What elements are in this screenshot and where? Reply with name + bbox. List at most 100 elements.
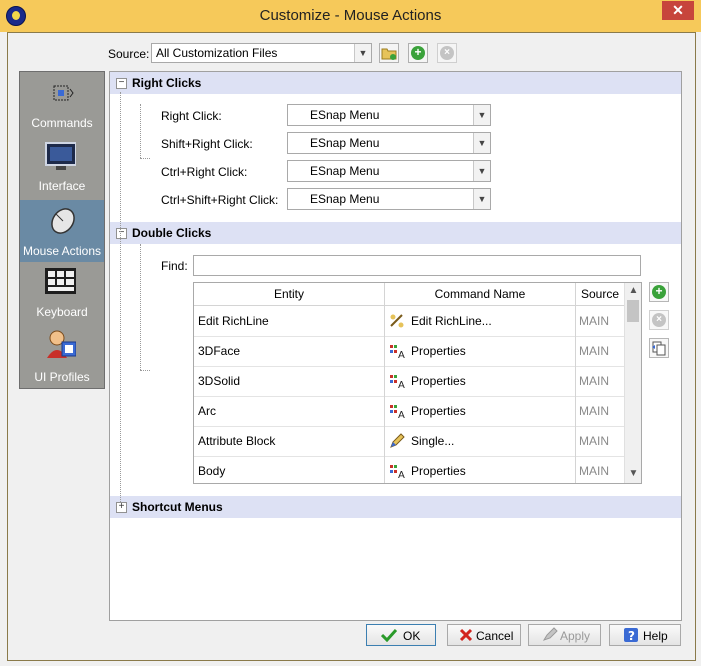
source-value: All Customization Files [156, 46, 278, 60]
ctrl-shift-right-click-dropdown[interactable]: ESnap Menu ▼ [287, 188, 491, 210]
command-cell: A Properties [385, 366, 576, 396]
command-name: Properties [411, 374, 466, 388]
scroll-up-icon[interactable]: ▲ [625, 285, 641, 296]
sidebar-label-ui-profiles: UI Profiles [34, 370, 90, 384]
column-header-entity[interactable]: Entity [194, 283, 385, 305]
command-name: Single... [411, 434, 455, 448]
tree-guide [140, 244, 141, 370]
remove-source-button[interactable]: × [437, 43, 457, 63]
command-cell: A Properties [385, 396, 576, 426]
sidebar-item-commands[interactable]: Commands [20, 74, 104, 136]
table-row[interactable]: 3DSolid A Properties MAIN [194, 366, 624, 397]
sidebar-item-keyboard[interactable]: Keyboard [20, 263, 104, 325]
sidebar: Commands Interface Mouse Actions Keyboar… [19, 71, 105, 389]
svg-text:A: A [398, 380, 405, 389]
add-mapping-button[interactable]: + [649, 282, 669, 302]
ctrl-right-click-dropdown[interactable]: ESnap Menu ▼ [287, 160, 491, 182]
table-row[interactable]: 3DFace A Properties MAIN [194, 336, 624, 367]
tree-guide [140, 158, 150, 159]
edit-pencil-icon [390, 433, 405, 448]
apply-button[interactable]: Apply [528, 624, 601, 646]
shift-right-click-dropdown[interactable]: ESnap Menu ▼ [287, 132, 491, 154]
apply-label: Apply [560, 629, 591, 643]
copy-icon [652, 341, 666, 356]
expand-icon[interactable]: + [116, 502, 127, 513]
table-header: Entity Command Name Source [194, 283, 624, 306]
source-dropdown[interactable]: All Customization Files ▼ [151, 43, 372, 63]
entity-cell: Edit RichLine [194, 306, 385, 336]
cancel-button[interactable]: Cancel [447, 624, 521, 646]
sidebar-label-mouse-actions: Mouse Actions [22, 244, 102, 258]
window-title: Customize - Mouse Actions [259, 7, 442, 24]
add-source-button[interactable]: + [408, 43, 428, 63]
properties-icon: A [390, 405, 405, 419]
table-row[interactable]: Edit RichLine Edit RichLine... MAIN [194, 306, 624, 337]
richline-icon [390, 314, 404, 328]
command-cell: Single... [385, 426, 576, 456]
table-row[interactable]: Attribute Block Single... MAIN [194, 426, 624, 457]
scroll-down-icon[interactable]: ▼ [625, 468, 641, 479]
chevron-down-icon: ▼ [473, 133, 490, 153]
help-button[interactable]: ? Help [609, 624, 681, 646]
table-row[interactable]: Arc A Properties MAIN [194, 396, 624, 427]
entity-cell: 3DSolid [194, 366, 385, 396]
dropdown-value: ESnap Menu [310, 192, 380, 206]
find-input[interactable] [193, 255, 641, 276]
scroll-thumb[interactable] [627, 300, 639, 322]
chevron-down-icon: ▼ [473, 161, 490, 181]
table-row[interactable]: Body A Properties MAIN [194, 456, 624, 483]
column-header-source[interactable]: Source [576, 283, 624, 305]
sidebar-item-mouse-actions[interactable]: Mouse Actions [20, 200, 104, 262]
delete-mapping-button[interactable]: × [649, 310, 669, 330]
command-cell: Edit RichLine... [385, 306, 576, 336]
command-name: Properties [411, 464, 466, 478]
title-bar: Customize - Mouse Actions ✕ [0, 0, 701, 32]
column-header-command[interactable]: Command Name [385, 283, 576, 305]
open-source-button[interactable] [379, 43, 399, 63]
table-scrollbar[interactable]: ▲ ▼ [624, 283, 641, 483]
add-icon: + [652, 285, 666, 299]
collapse-icon[interactable]: − [116, 228, 127, 239]
cancel-x-icon [459, 628, 473, 642]
sidebar-item-ui-profiles[interactable]: UI Profiles [20, 326, 104, 388]
tree-guide [120, 92, 121, 502]
entity-cell: Attribute Block [194, 426, 385, 456]
properties-icon: A [390, 465, 405, 479]
source-cell: MAIN [579, 464, 609, 478]
section-shortcut-menus[interactable]: + Shortcut Menus [110, 496, 681, 518]
help-label: Help [643, 629, 668, 643]
command-name: Properties [411, 344, 466, 358]
close-button[interactable]: ✕ [662, 1, 694, 20]
sidebar-label-commands: Commands [31, 116, 93, 130]
right-click-dropdown[interactable]: ESnap Menu ▼ [287, 104, 491, 126]
chevron-down-icon: ▼ [354, 44, 371, 62]
svg-text:A: A [398, 350, 405, 359]
section-right-clicks[interactable]: − Right Clicks [110, 72, 681, 94]
ok-button[interactable]: OK [366, 624, 436, 646]
chevron-down-icon: ▼ [473, 105, 490, 125]
section-title: Right Clicks [132, 76, 202, 90]
command-cell: A Properties [385, 336, 576, 366]
dropdown-value: ESnap Menu [310, 136, 380, 150]
entity-cell: Arc [194, 396, 385, 426]
command-cell: A Properties [385, 456, 576, 483]
cancel-label: Cancel [476, 629, 514, 643]
svg-text:A: A [398, 410, 405, 419]
apply-icon [542, 627, 558, 641]
section-double-clicks[interactable]: − Double Clicks [110, 222, 681, 244]
ctrl-shift-right-click-label: Ctrl+Shift+Right Click: [161, 193, 279, 207]
user-profile-icon [47, 330, 76, 358]
entity-cell: 3DFace [194, 336, 385, 366]
source-label: Source: [108, 47, 150, 61]
chevron-down-icon: ▼ [473, 189, 490, 209]
tree-guide [140, 104, 141, 158]
remove-icon: × [652, 313, 666, 327]
checkmark-icon [381, 628, 397, 642]
monitor-icon [45, 142, 76, 170]
copy-mapping-button[interactable] [649, 338, 669, 358]
ctrl-right-click-label: Ctrl+Right Click: [161, 165, 248, 179]
sidebar-item-interface[interactable]: Interface [20, 137, 104, 199]
properties-icon: A [390, 345, 405, 359]
collapse-icon[interactable]: − [116, 78, 127, 89]
find-label: Find: [161, 259, 188, 273]
